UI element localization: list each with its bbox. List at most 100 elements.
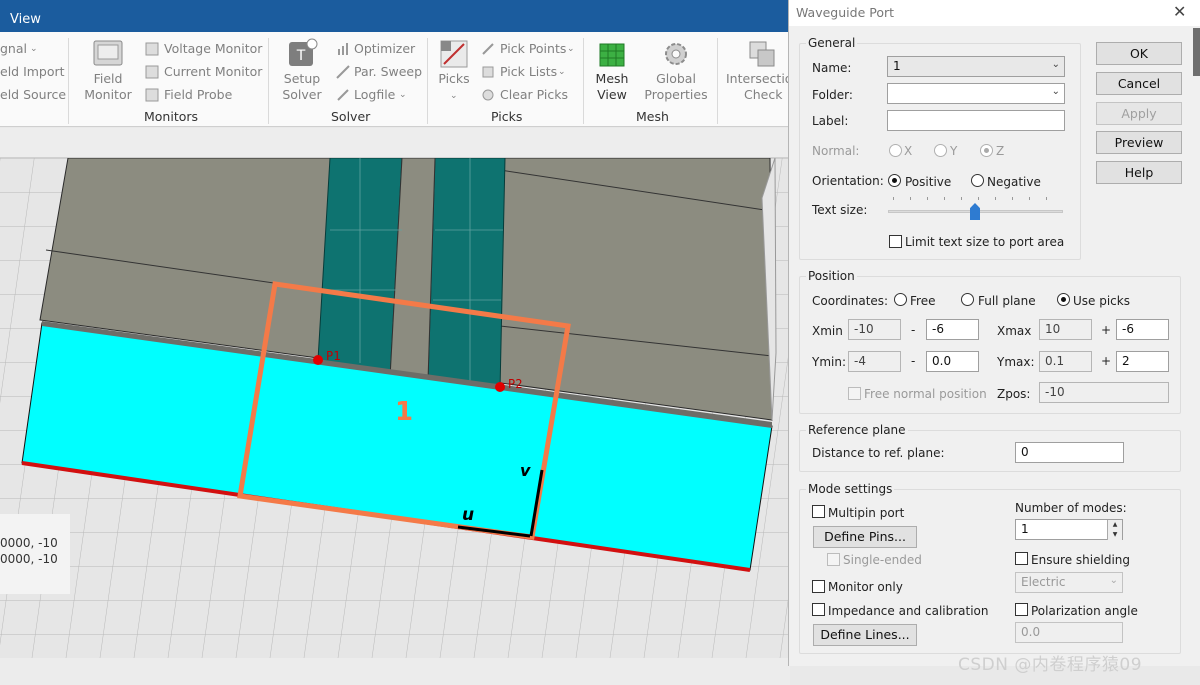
coord-line-2: 0000, -10 (0, 552, 58, 566)
xmax-offset-field[interactable]: -6 (1116, 319, 1169, 340)
field-import-button[interactable]: eld Import (0, 65, 65, 79)
clear-picks-icon (482, 89, 494, 101)
picks-icon (440, 40, 468, 68)
normal-x-label: X (904, 144, 913, 158)
orientation-label: Orientation: (812, 174, 884, 188)
coordinate-readout: 0000, -10 0000, -10 (0, 514, 70, 594)
orientation-negative-radio[interactable] (971, 174, 984, 187)
navigation-strip (0, 128, 790, 158)
normal-label: Normal: (812, 144, 860, 158)
chevron-up-icon[interactable]: ▲ (1107, 520, 1122, 530)
free-normal-checkbox[interactable] (848, 387, 861, 400)
multipin-checkbox[interactable] (812, 505, 825, 518)
text-size-label: Text size: (812, 203, 868, 217)
xmin-field[interactable]: -10 (848, 319, 901, 340)
xmin-offset-field[interactable]: -6 (926, 319, 979, 340)
gear-icon (665, 43, 687, 65)
coord-full-plane-radio[interactable] (961, 293, 974, 306)
normal-y-radio[interactable] (934, 144, 947, 157)
current-monitor-button[interactable]: Current Monitor (164, 65, 262, 79)
folder-label: Folder: (812, 88, 853, 102)
limit-text-checkbox[interactable] (889, 235, 902, 248)
mesh-view-button[interactable]: Mesh View (590, 36, 634, 106)
field-type-combo[interactable]: Electric ⌄ (1015, 572, 1123, 593)
mode-settings-title: Mode settings (806, 482, 895, 496)
xmax-field[interactable]: 10 (1039, 319, 1092, 340)
distance-field[interactable]: 0 (1015, 442, 1124, 463)
chevron-down-icon: ⌄ (450, 91, 458, 101)
field-probe-button[interactable]: Field Probe (164, 88, 232, 102)
coord-free-label: Free (910, 294, 936, 308)
ymax-plus: + (1101, 354, 1112, 368)
cancel-button[interactable]: Cancel (1096, 72, 1182, 95)
intersection-check-button[interactable]: Intersectio Check (724, 36, 792, 106)
impedance-label: Impedance and calibration (828, 604, 989, 618)
general-group-title: General (806, 36, 858, 50)
xmax-plus: + (1101, 323, 1112, 337)
chevron-down-icon: ⌄ (558, 67, 566, 77)
ymax-offset-field[interactable]: 2 (1116, 351, 1169, 372)
define-pins-button[interactable]: Define Pins... (813, 526, 917, 548)
orientation-positive-label: Positive (905, 175, 952, 189)
intersection-check-icon (749, 41, 775, 67)
scrollbar[interactable] (1193, 28, 1200, 76)
tab-view[interactable]: View (10, 12, 41, 27)
chevron-down-icon: ⌄ (1051, 59, 1060, 70)
ymin-field[interactable]: -4 (848, 351, 901, 372)
coord-free-radio[interactable] (894, 293, 907, 306)
pick-point-1[interactable] (313, 355, 323, 365)
voltage-monitor-button[interactable]: Voltage Monitor (164, 42, 262, 56)
close-icon[interactable]: ✕ (1173, 2, 1186, 21)
label-input[interactable] (887, 110, 1065, 131)
ymax-field[interactable]: 0.1 (1039, 351, 1092, 372)
zpos-field[interactable]: -10 (1039, 382, 1169, 403)
normal-x-radio[interactable] (889, 144, 902, 157)
reference-plane-title: Reference plane (806, 423, 908, 437)
ok-button[interactable]: OK (1096, 42, 1182, 65)
setup-solver-button[interactable]: T Setup Solver (276, 36, 328, 106)
pick-points-button[interactable]: Pick Points (500, 42, 566, 56)
folder-combo[interactable]: ⌄ (887, 83, 1065, 104)
ymin-minus: - (911, 354, 916, 368)
ensure-shielding-checkbox[interactable] (1015, 552, 1028, 565)
coord-use-picks-radio[interactable] (1057, 293, 1070, 306)
group-picks: Picks (491, 109, 523, 124)
position-group-title: Position (806, 269, 857, 283)
3d-viewport[interactable]: P1 P2 1 u v (0, 158, 790, 658)
field-monitor-button[interactable]: Field Monitor (78, 36, 138, 106)
help-button[interactable]: Help (1096, 161, 1182, 184)
normal-y-label: Y (950, 144, 958, 158)
optimizer-button[interactable]: Optimizer (354, 42, 415, 56)
name-combo[interactable]: 1 ⌄ (887, 56, 1065, 77)
pick-point-2[interactable] (495, 382, 505, 392)
pick-lists-icon (482, 66, 494, 78)
model-canvas[interactable]: P1 P2 1 u v (0, 158, 790, 658)
orientation-positive-radio[interactable] (888, 174, 901, 187)
field-source-button[interactable]: eld Source (0, 88, 66, 102)
ymin-offset-field[interactable]: 0.0 (926, 351, 979, 372)
normal-z-radio[interactable] (980, 144, 993, 157)
picks-button[interactable]: Picks ⌄ (434, 36, 474, 106)
define-lines-button[interactable]: Define Lines... (813, 624, 917, 646)
logfile-button[interactable]: Logfile (354, 88, 395, 102)
polarization-checkbox[interactable] (1015, 603, 1028, 616)
impedance-checkbox[interactable] (812, 603, 825, 616)
free-normal-label: Free normal position (864, 387, 987, 401)
distance-label: Distance to ref. plane: (812, 446, 945, 460)
pick-label-1: P1 (326, 349, 340, 363)
clear-picks-button[interactable]: Clear Picks (500, 88, 568, 102)
preview-button[interactable]: Preview (1096, 131, 1182, 154)
monitor-only-checkbox[interactable] (812, 580, 825, 593)
name-label: Name: (812, 61, 852, 75)
pick-points-icon (482, 43, 494, 55)
single-ended-checkbox[interactable] (827, 553, 840, 566)
pick-lists-button[interactable]: Pick Lists (500, 65, 557, 79)
par-sweep-button[interactable]: Par. Sweep (354, 65, 422, 79)
apply-button[interactable]: Apply (1096, 102, 1182, 125)
signal-menu[interactable]: gnal (0, 42, 27, 56)
coord-use-picks-label: Use picks (1073, 294, 1130, 308)
chevron-down-icon[interactable]: ▼ (1107, 530, 1122, 540)
polarization-field[interactable]: 0.0 (1015, 622, 1123, 643)
global-properties-button[interactable]: Global Properties (640, 36, 712, 106)
limit-text-label: Limit text size to port area (905, 235, 1065, 249)
